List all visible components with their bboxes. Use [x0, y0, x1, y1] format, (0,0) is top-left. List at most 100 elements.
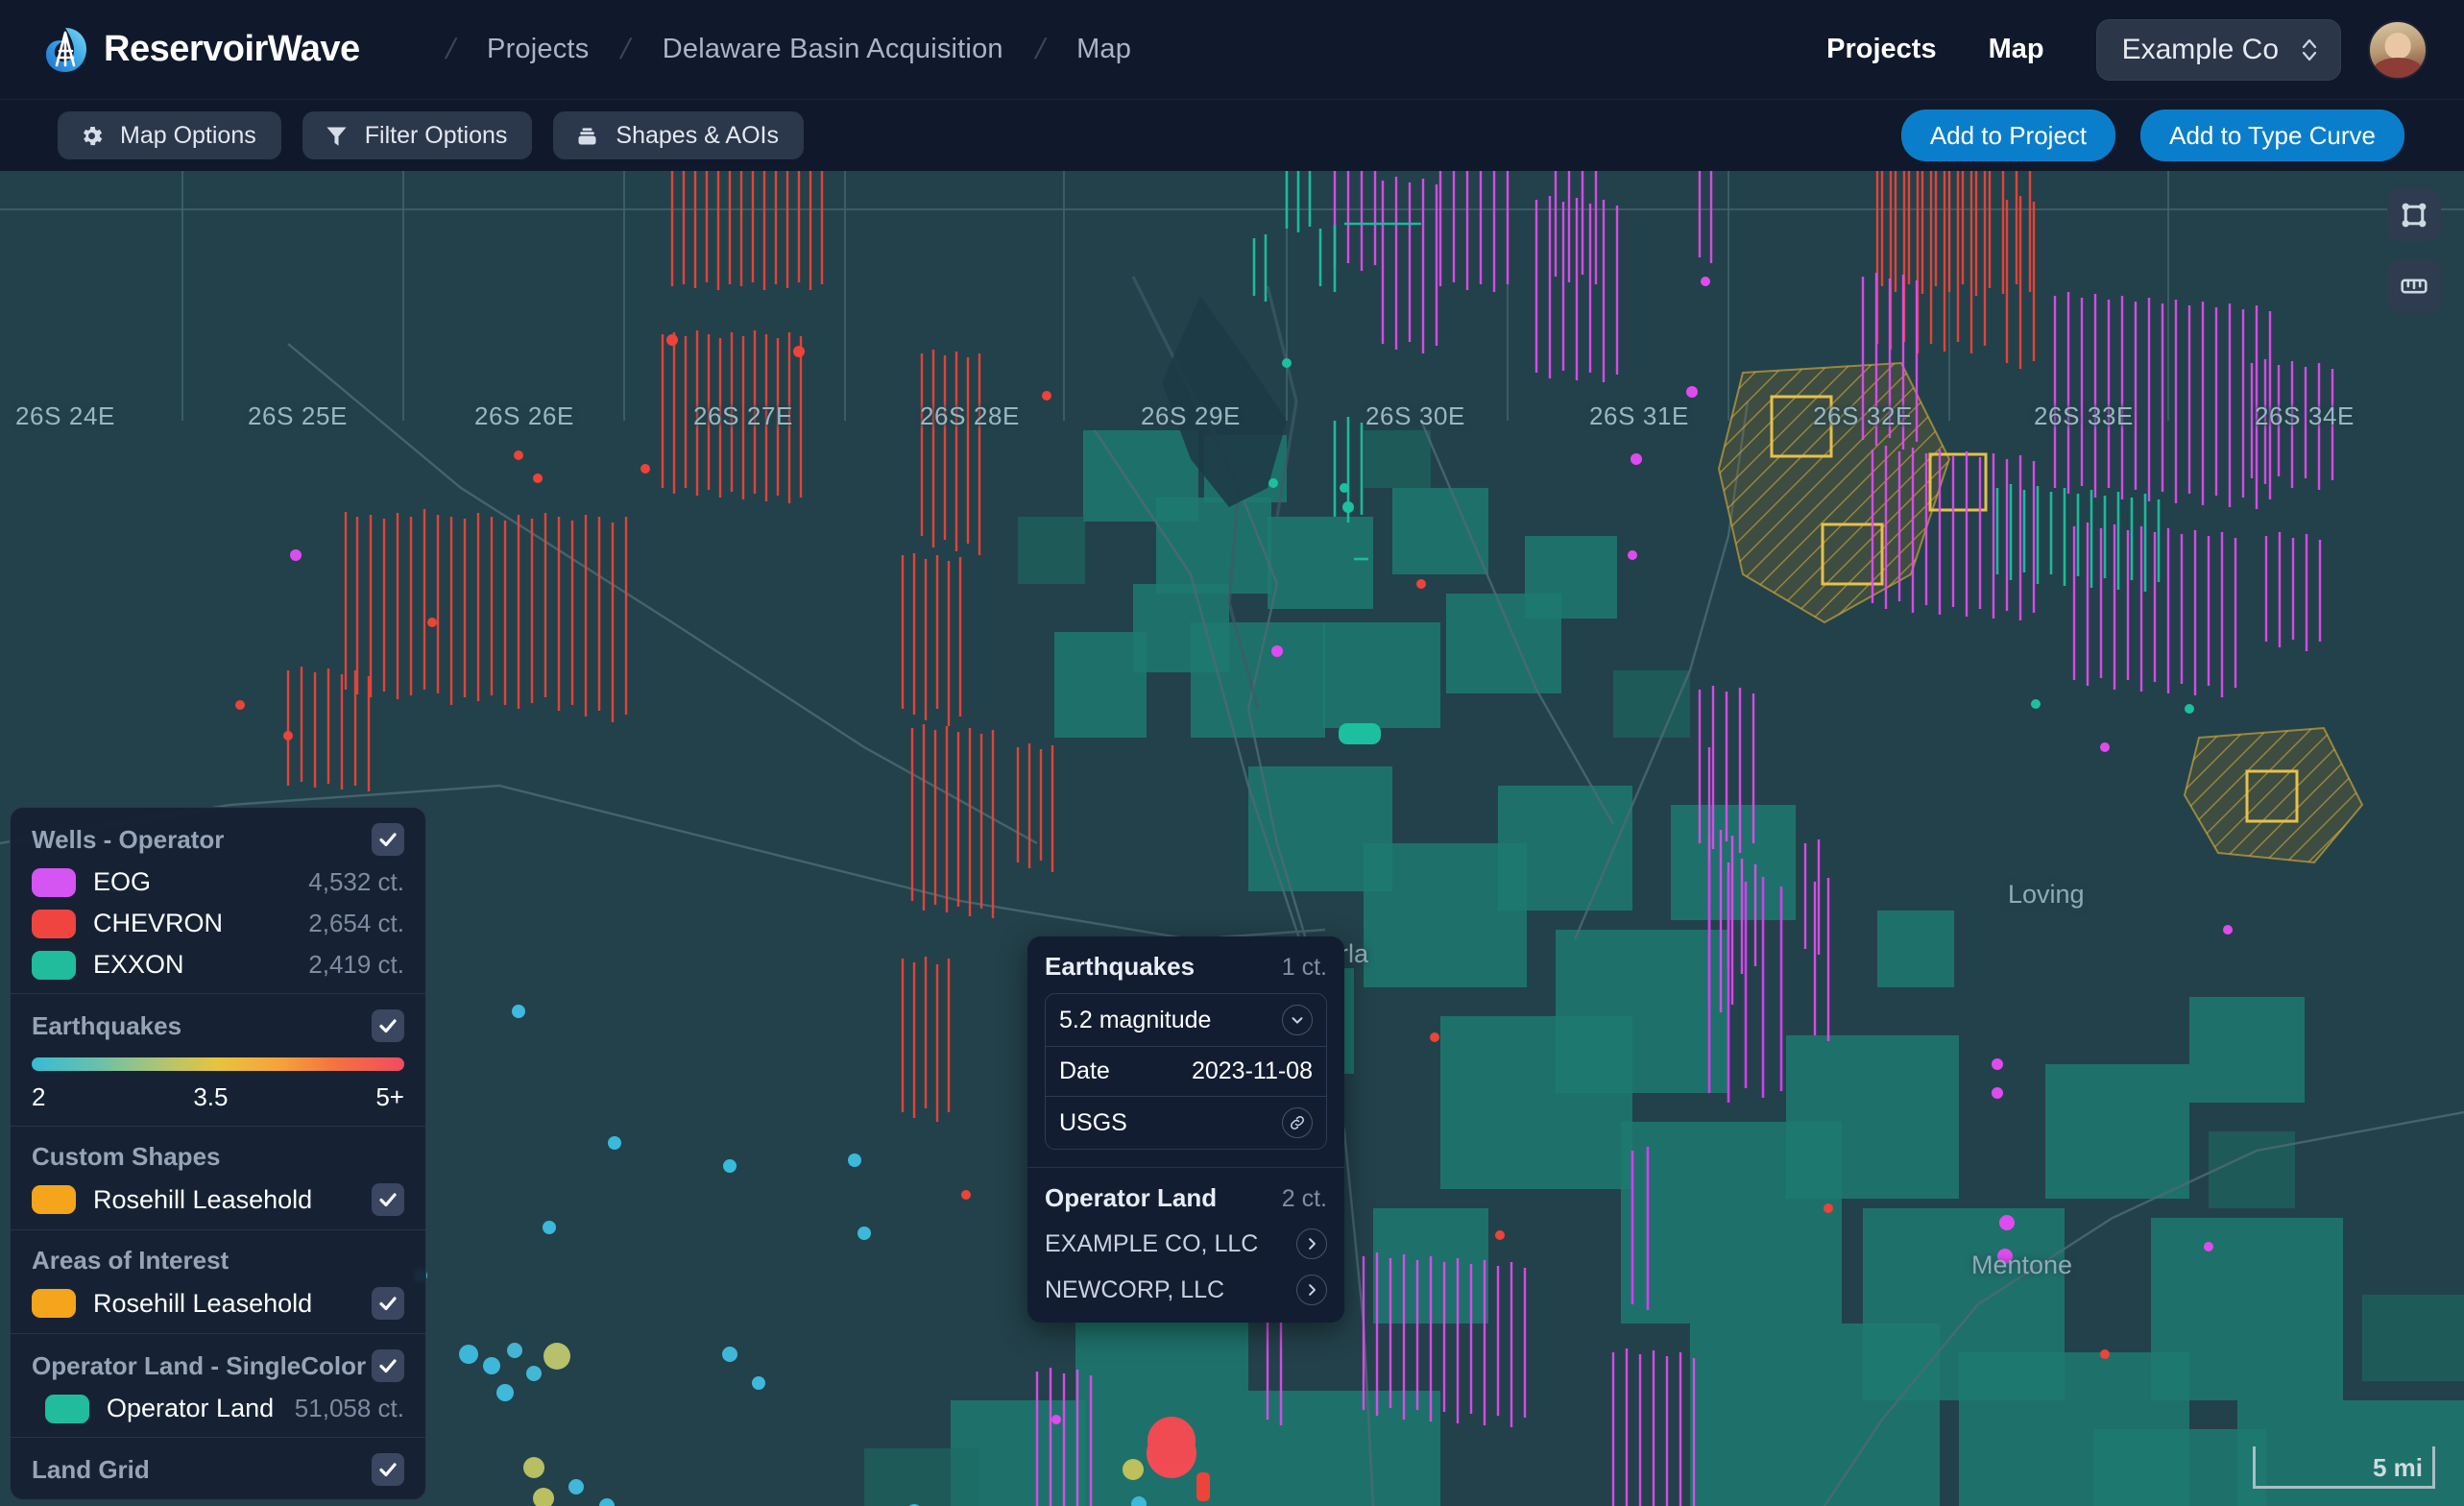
legend-toggle-operator-land[interactable]	[372, 1349, 404, 1382]
legend-section-title: Areas of Interest	[32, 1246, 229, 1275]
legend-row-label: Operator Land	[107, 1394, 275, 1422]
legend-row-label: EOG	[93, 867, 152, 896]
check-icon	[379, 1297, 397, 1311]
measure-distance-button[interactable]	[2387, 259, 2441, 313]
legend-section-title: Custom Shapes	[32, 1142, 221, 1171]
legend-row[interactable]: Operator Land 51,058 ct.	[32, 1394, 404, 1423]
check-icon	[379, 833, 397, 847]
add-to-project-button[interactable]: Add to Project	[1900, 109, 2116, 161]
breadcrumb: / Projects / Delaware Basin Acquisition …	[414, 34, 1131, 66]
bounding-box-icon	[2402, 203, 2427, 228]
scale-bar: 5 mi	[2253, 1446, 2435, 1489]
grid-label: 26S 27E	[693, 401, 793, 430]
earthquake-date-value: 2023-11-08	[1191, 1057, 1313, 1084]
color-swatch	[32, 950, 76, 980]
legend-section-title: Land Grid	[32, 1454, 150, 1484]
legend-section-areas-of-interest: Areas of Interest Rosehill Leasehold	[11, 1229, 425, 1333]
legend-toggle-land-grid[interactable]	[372, 1453, 404, 1486]
breadcrumb-separator: /	[442, 33, 459, 65]
legend-toggle-aoi[interactable]	[372, 1287, 404, 1320]
color-swatch	[45, 1394, 89, 1423]
legend-row-label: Rosehill Leasehold	[93, 1184, 313, 1214]
grid-label: 26S 34E	[2255, 401, 2355, 430]
legend-section-title: Wells - Operator	[32, 824, 225, 854]
earthquake-magnitude-row[interactable]: 5.2 magnitude	[1046, 994, 1326, 1046]
map-toolbar: Map Options Filter Options Shapes & AOIs…	[0, 100, 2464, 171]
gear-icon	[83, 126, 103, 145]
link-icon	[1290, 1115, 1305, 1130]
top-navigation-bar: ReservoirWave / Projects / Delaware Basi…	[0, 0, 2464, 100]
earthquake-magnitude-colorbar	[32, 1057, 404, 1071]
earthquake-colorbar-ticks: 2 3.5 5+	[32, 1082, 404, 1112]
map-options-label: Map Options	[120, 121, 256, 149]
legend-section-title: Earthquakes	[32, 1010, 182, 1040]
org-switcher[interactable]: Example Co	[2095, 18, 2341, 81]
popup-section-count: 2 ct.	[1281, 1185, 1327, 1212]
legend-row-count: 51,058 ct.	[294, 1394, 404, 1422]
legend-toggle-earthquakes[interactable]	[372, 1009, 404, 1042]
legend-section-title: Operator Land - SingleColor	[32, 1350, 367, 1380]
popup-section-title: Earthquakes	[1045, 952, 1196, 981]
funnel-icon	[326, 127, 347, 146]
color-swatch	[32, 1185, 76, 1214]
open-source-link-button[interactable]	[1282, 1107, 1313, 1138]
earthquake-detail-box: 5.2 magnitude Date 2023-11-08 USGS	[1045, 993, 1327, 1150]
chevron-down-icon	[1292, 1017, 1303, 1024]
shapes-aois-button[interactable]: Shapes & AOIs	[553, 111, 804, 159]
color-swatch	[32, 867, 76, 897]
operator-land-item-open-button[interactable]	[1296, 1228, 1327, 1259]
operator-land-item-label: EXAMPLE CO, LLC	[1045, 1229, 1259, 1257]
grid-label: 26S 31E	[1589, 401, 1689, 430]
color-swatch	[32, 1289, 76, 1318]
earthquake-source-row[interactable]: USGS	[1046, 1096, 1326, 1149]
scale-bar-label: 5 mi	[2372, 1453, 2423, 1482]
expand-magnitude-button[interactable]	[1282, 1005, 1313, 1035]
add-to-type-curve-button[interactable]: Add to Type Curve	[2140, 109, 2404, 161]
nav-link-map[interactable]: Map	[1989, 34, 2044, 65]
check-icon	[379, 1463, 397, 1477]
nav-link-projects[interactable]: Projects	[1826, 34, 1936, 65]
legend-section-operator-land: Operator Land - SingleColor Operator Lan…	[11, 1333, 425, 1437]
color-swatch	[32, 909, 76, 938]
legend-row[interactable]: EXXON 2,419 ct.	[32, 950, 404, 980]
legend-row[interactable]: Rosehill Leasehold	[32, 1287, 404, 1320]
check-icon	[379, 1019, 397, 1033]
earthquake-date-label: Date	[1059, 1057, 1110, 1084]
breadcrumb-item-map[interactable]: Map	[1076, 34, 1131, 65]
grid-label: 26S 24E	[15, 401, 115, 430]
legend-row-label: EXXON	[93, 950, 184, 979]
check-icon	[379, 1359, 397, 1373]
top-nav-links: Projects Map Example Co	[1826, 18, 2428, 81]
grid-label: 26S 33E	[2034, 401, 2134, 430]
earthquake-date-row: Date 2023-11-08	[1046, 1046, 1326, 1096]
brand[interactable]: ReservoirWave	[40, 25, 360, 75]
breadcrumb-item-projects[interactable]: Projects	[487, 34, 589, 65]
popup-section-title: Operator Land	[1045, 1183, 1218, 1212]
legend-row[interactable]: Rosehill Leasehold	[32, 1183, 404, 1216]
popup-section-operator-land: Operator Land 2 ct. EXAMPLE CO, LLC NEWC…	[1027, 1167, 1344, 1323]
filter-options-label: Filter Options	[364, 121, 508, 149]
grid-label: 26S 26E	[474, 401, 574, 430]
grid-label: 26S 32E	[1813, 401, 1913, 430]
map-options-button[interactable]: Map Options	[58, 111, 281, 159]
legend-row[interactable]: EOG 4,532 ct.	[32, 867, 404, 897]
legend-toggle-custom-shape[interactable]	[372, 1183, 404, 1216]
operator-land-item-label: NEWCORP, LLC	[1045, 1275, 1225, 1303]
legend-row-count: 2,654 ct.	[308, 909, 404, 937]
oil-derrick-wave-logo-icon	[46, 27, 86, 72]
bounding-box-select-button[interactable]	[2387, 188, 2441, 242]
filter-options-button[interactable]: Filter Options	[302, 111, 533, 159]
legend-section-wells-operator: Wells - Operator EOG 4,532 ct. CHEVRON 2…	[11, 808, 425, 993]
operator-land-item[interactable]: NEWCORP, LLC	[1045, 1275, 1327, 1305]
map-feature-popup: Earthquakes 1 ct. 5.2 magnitude Date 202…	[1027, 936, 1344, 1323]
breadcrumb-item-project[interactable]: Delaware Basin Acquisition	[663, 34, 1003, 65]
legend-row-label: Rosehill Leasehold	[93, 1288, 313, 1318]
legend-row[interactable]: CHEVRON 2,654 ct.	[32, 909, 404, 938]
avatar[interactable]	[2368, 19, 2428, 80]
popup-section-count: 1 ct.	[1281, 954, 1327, 981]
shapes-aois-label: Shapes & AOIs	[616, 121, 779, 149]
operator-land-item-open-button[interactable]	[1296, 1275, 1327, 1305]
breadcrumb-separator: /	[617, 33, 634, 65]
operator-land-item[interactable]: EXAMPLE CO, LLC	[1045, 1228, 1327, 1259]
legend-toggle-wells-operator[interactable]	[372, 823, 404, 856]
